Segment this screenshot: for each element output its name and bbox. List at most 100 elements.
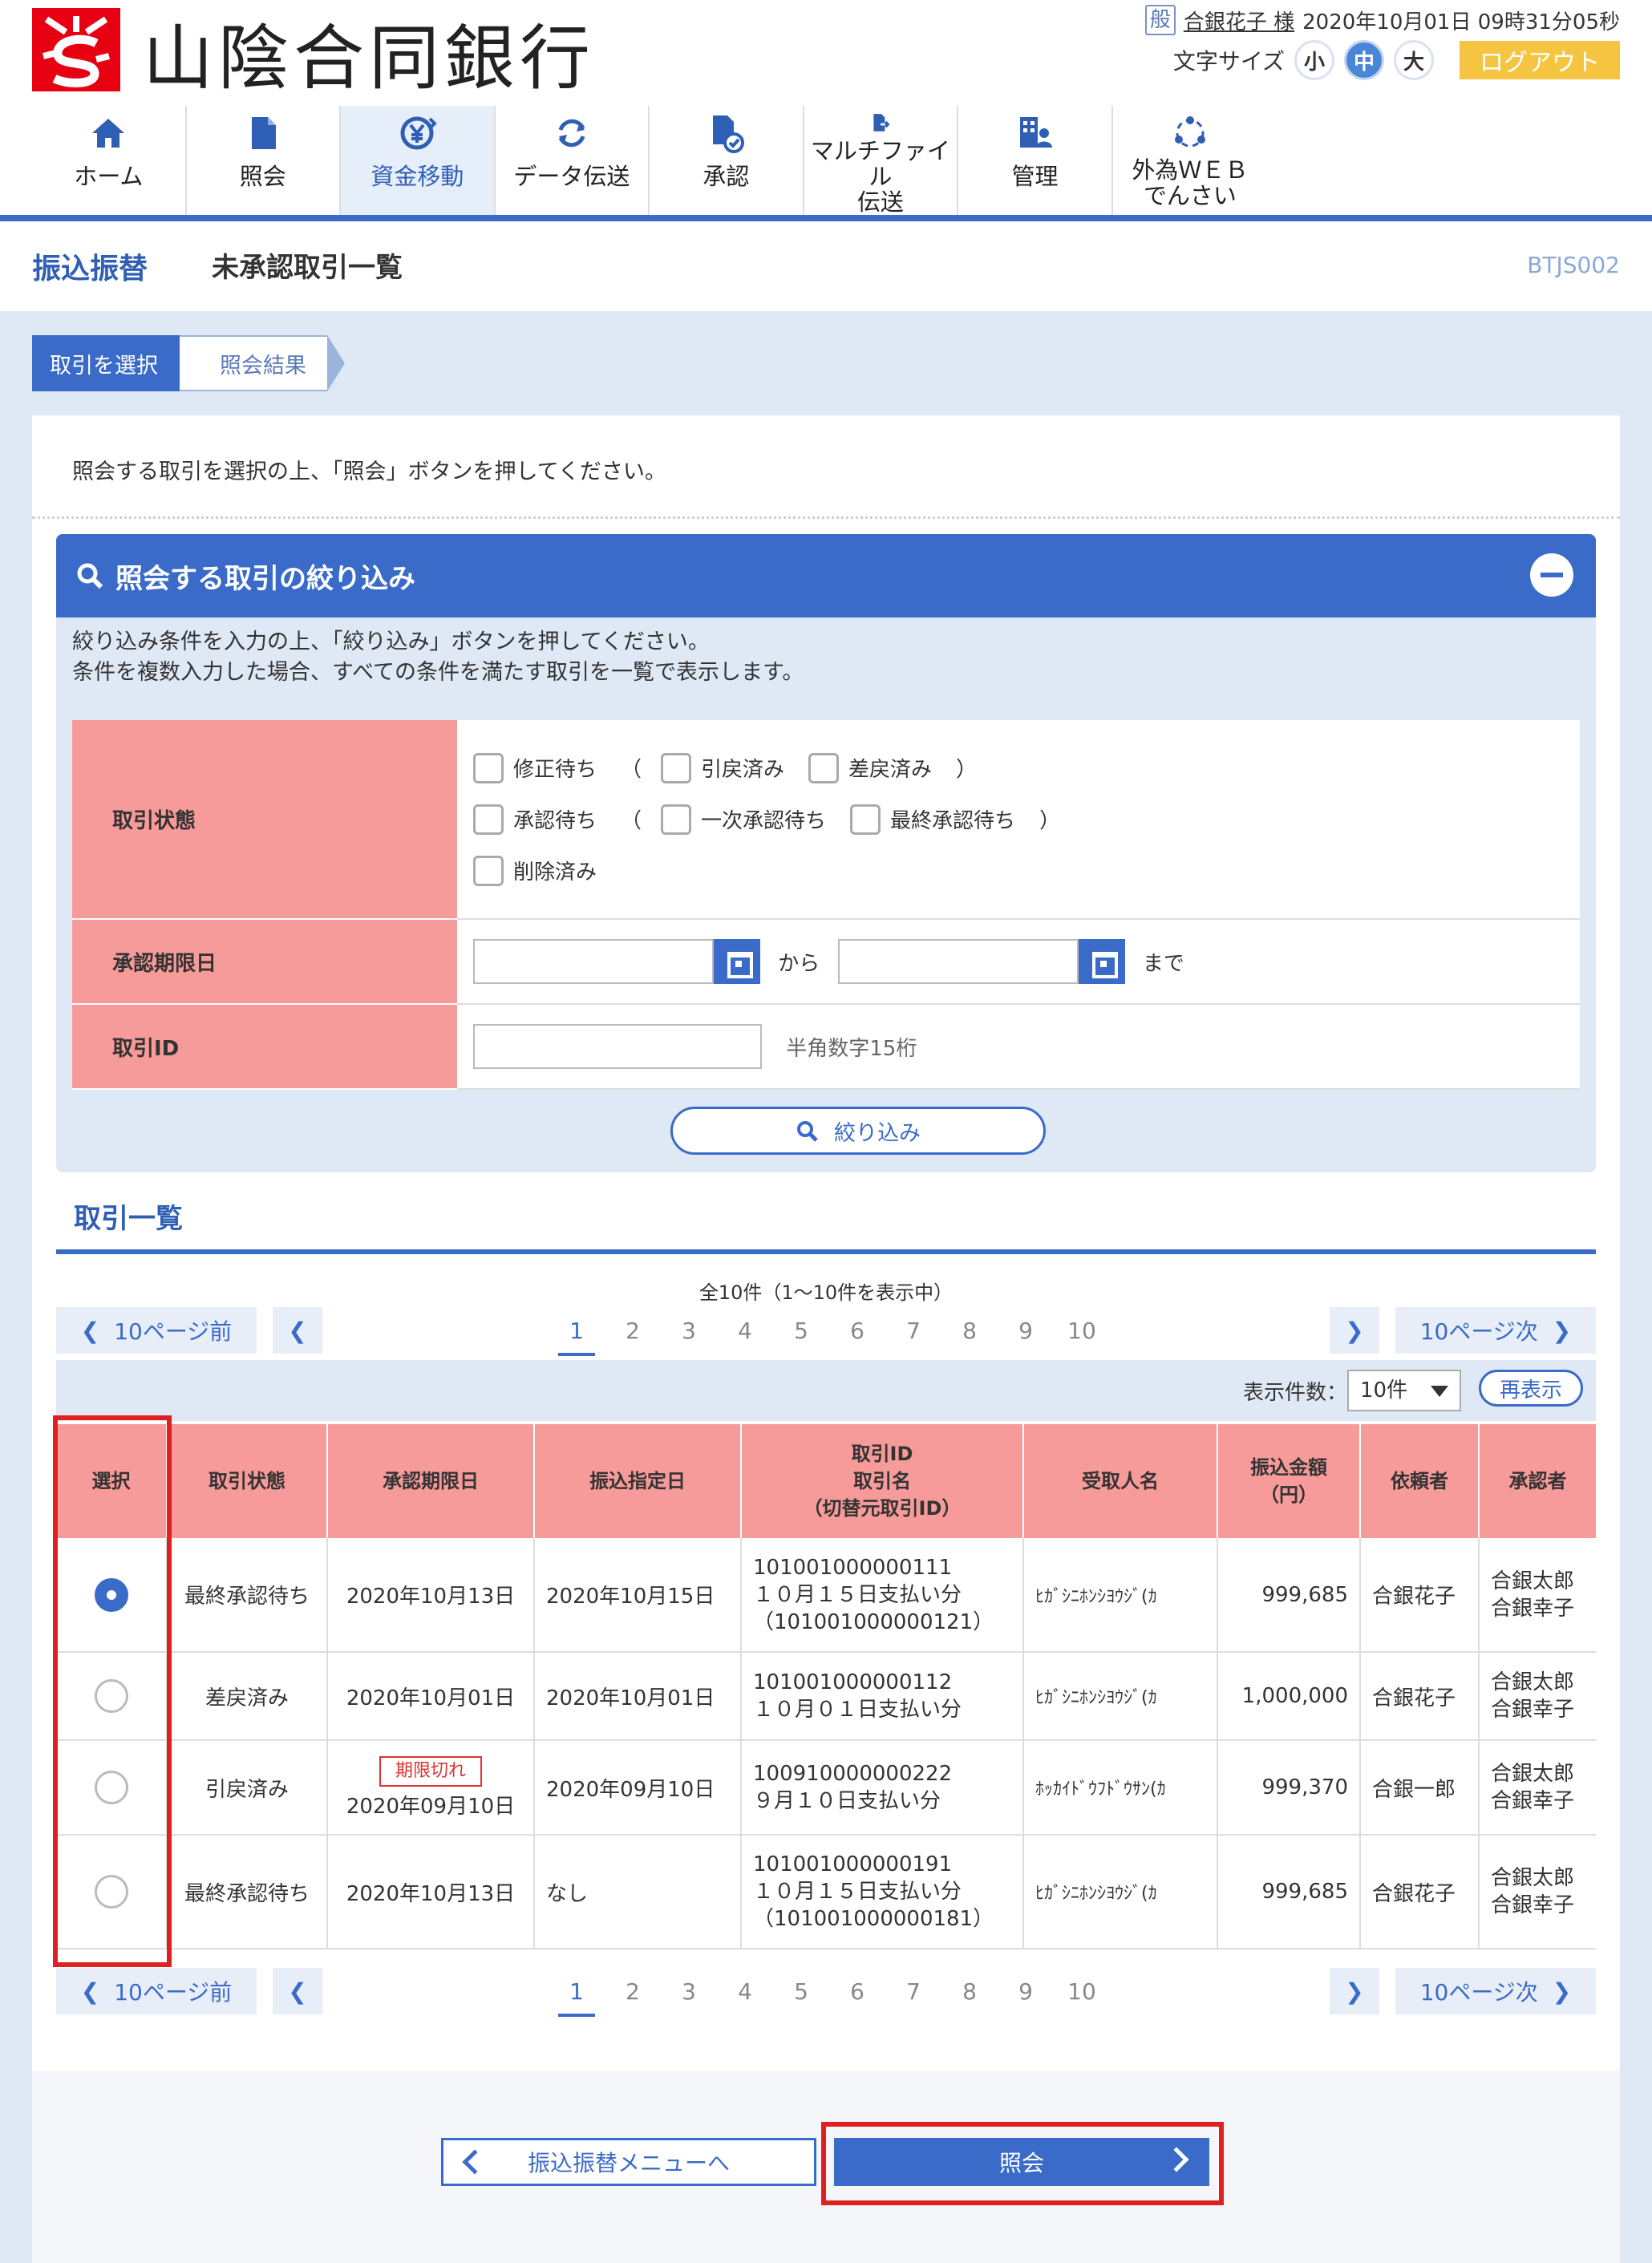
calendar-icon[interactable]	[1078, 939, 1125, 984]
checkbox-fix-waiting[interactable]	[473, 752, 504, 783]
display-count-select[interactable]: 10件	[1347, 1370, 1461, 1411]
nav-label: 承認	[703, 163, 750, 190]
select-column-highlight	[53, 1415, 172, 1967]
nav-home[interactable]: ホーム	[32, 106, 187, 215]
step-arrow	[327, 337, 342, 390]
checkbox-deleted[interactable]	[473, 855, 504, 886]
font-size-medium-button[interactable]: 中	[1344, 40, 1384, 80]
page-8[interactable]: 8	[941, 1978, 998, 2005]
display-count-label: 表示件数：	[1242, 1381, 1347, 1405]
nav-approval[interactable]: 承認	[650, 106, 804, 215]
page-8[interactable]: 8	[941, 1318, 998, 1344]
transaction-id-label: 取引ID	[72, 1004, 457, 1090]
nav-label: 管理	[1011, 163, 1059, 190]
page-1[interactable]: 1	[549, 1318, 605, 1356]
transaction-id-cell: 101001000000191 １０月１５日支払い分 （101001000000…	[741, 1835, 1024, 1949]
font-size-switcher: 文字サイズ 小 中 大 ログアウト	[1173, 40, 1620, 80]
transaction-id-cell: 半角数字15桁	[457, 1004, 1580, 1090]
transaction-id: 101001000000111	[753, 1555, 953, 1580]
filter-desc-line1: 絞り込み条件を入力の上、「絞り込み」ボタンを押してください。	[72, 630, 710, 654]
font-size-small-button[interactable]: 小	[1294, 40, 1334, 80]
prev-page-button[interactable]: ❮	[273, 1307, 322, 1354]
page-3[interactable]: 3	[661, 1318, 717, 1344]
transaction-id-cell: 101001000000112 １０月０１日支払い分	[741, 1652, 1024, 1741]
page-2[interactable]: 2	[605, 1318, 661, 1344]
user-name-link[interactable]: 合銀花子 様	[1184, 6, 1294, 35]
user-type-badge: 般	[1144, 5, 1176, 35]
checkbox-first-approval-waiting[interactable]	[661, 804, 692, 835]
page-6[interactable]: 6	[829, 1978, 885, 2005]
font-size-large-button[interactable]: 大	[1394, 40, 1434, 80]
page-3[interactable]: 3	[661, 1978, 717, 2005]
deadline-from-input[interactable]	[473, 939, 714, 984]
page-9[interactable]: 9	[998, 1318, 1054, 1344]
nav-management[interactable]: 管理	[958, 106, 1113, 215]
page-10[interactable]: 10	[1054, 1978, 1110, 2005]
page-title-bar: 振込振替 未承認取引一覧 BTJS002	[0, 221, 1652, 311]
amount-cell: 1,000,000	[1217, 1652, 1361, 1741]
transaction-name: １０月１５日支払い分	[753, 1880, 962, 1904]
page-7[interactable]: 7	[885, 1978, 941, 2005]
page-7[interactable]: 7	[885, 1318, 941, 1344]
deadline-cell: 2020年10月01日	[327, 1652, 535, 1741]
checkbox-label: 承認待ち	[513, 809, 597, 833]
page-2[interactable]: 2	[605, 1978, 661, 2005]
page-4[interactable]: 4	[717, 1978, 773, 2005]
pager-top: ❮ 10ページ前 ❮ 1 2 3 4 5 6 7 8 9 10 ❯ 10ページ次…	[56, 1307, 1596, 1356]
nav-inquiry[interactable]: 照会	[187, 106, 342, 215]
page-10[interactable]: 10	[1054, 1318, 1110, 1344]
table-row[interactable]: 引戻済み 期限切れ 2020年09月10日 2020年09月10日 100910…	[56, 1740, 1596, 1836]
transaction-id-input[interactable]	[473, 1024, 762, 1069]
nav-fx-web[interactable]: 外為ＷＥＢ でんさい	[1113, 106, 1267, 215]
deadline-to-input[interactable]	[837, 939, 1079, 984]
next-page-button[interactable]: ❯	[1330, 1968, 1379, 2014]
transaction-id-hint: 半角数字15桁	[786, 1036, 917, 1061]
nav-multi-file[interactable]: マルチファイル 伝送	[804, 106, 959, 215]
page-6[interactable]: 6	[829, 1318, 885, 1344]
page-5[interactable]: 5	[773, 1978, 829, 2005]
checkbox-approval-waiting[interactable]	[473, 804, 504, 835]
next-page-button[interactable]: ❯	[1330, 1307, 1379, 1354]
font-size-label: 文字サイズ	[1172, 48, 1285, 75]
checkbox-final-approval-waiting[interactable]	[850, 804, 881, 835]
transaction-table: 選択 取引状態 承認期限日 振込指定日 取引ID 取引名 （切替元取引ID） 受…	[56, 1424, 1596, 1949]
collapse-icon[interactable]	[1530, 553, 1573, 597]
col-id-line3: （切替元取引ID）	[803, 1497, 962, 1520]
prev-10-pages-button[interactable]: ❮ 10ページ前	[56, 1968, 257, 2014]
calendar-icon[interactable]	[714, 939, 760, 984]
payee-cell: ﾋｶﾞｼﾆﾎﾝｼﾖｳｼﾞ(ｶ	[1023, 1538, 1218, 1653]
page-9[interactable]: 9	[998, 1978, 1054, 2005]
table-row[interactable]: 差戻済み 2020年10月01日 2020年10月01日 10100100000…	[56, 1652, 1596, 1741]
logout-button[interactable]: ログアウト	[1460, 41, 1620, 79]
next-10-pages-button[interactable]: 10ページ次 ❯	[1395, 1968, 1596, 2014]
network-icon	[1174, 116, 1205, 148]
bank-logo-icon	[32, 8, 120, 91]
filter-button[interactable]: 絞り込み	[670, 1107, 1046, 1155]
page-5[interactable]: 5	[773, 1318, 829, 1344]
page-1[interactable]: 1	[549, 1978, 605, 2017]
next-10-pages-button[interactable]: 10ページ次 ❯	[1395, 1307, 1596, 1354]
table-row[interactable]: 最終承認待ち 2020年10月13日 なし 101001000000191 １０…	[56, 1835, 1596, 1949]
checkbox-withdrawn[interactable]	[661, 752, 692, 783]
nav-fund-transfer[interactable]: 資金移動	[341, 106, 496, 215]
approver-1: 合銀太郎	[1491, 1762, 1575, 1786]
redisplay-button[interactable]: 再表示	[1479, 1370, 1583, 1407]
prev-page-button[interactable]: ❮	[273, 1968, 322, 2014]
approver-2: 合銀幸子	[1491, 1789, 1575, 1813]
filter-header[interactable]: 照会する取引の絞り込み	[56, 534, 1596, 617]
table-row[interactable]: 最終承認待ち 2020年10月13日 2020年10月15日 101001000…	[56, 1538, 1596, 1653]
checkbox-returned[interactable]	[808, 752, 840, 783]
back-to-transfer-menu-button[interactable]: 振込振替メニューへ	[441, 2138, 816, 2186]
payee-cell: ﾋｶﾞｼﾆﾎﾝｼﾖｳｼﾞ(ｶ	[1023, 1835, 1218, 1949]
prev-10-pages-button[interactable]: ❮ 10ページ前	[56, 1307, 257, 1354]
prev-10-label: 10ページ前	[114, 1318, 233, 1345]
chevron-left-icon: ❮	[288, 1978, 307, 2005]
status-row-3: 削除済み	[473, 845, 1579, 897]
requester-cell: 合銀花子	[1360, 1835, 1480, 1949]
requester-cell: 合銀一郎	[1360, 1740, 1480, 1836]
to-label: まで	[1142, 951, 1184, 976]
nav-data-transmission[interactable]: データ伝送	[496, 106, 650, 215]
bank-name: 山陰合同銀行	[143, 17, 596, 99]
page-4[interactable]: 4	[717, 1318, 773, 1344]
filter-title: 照会する取引の絞り込み	[115, 562, 415, 595]
